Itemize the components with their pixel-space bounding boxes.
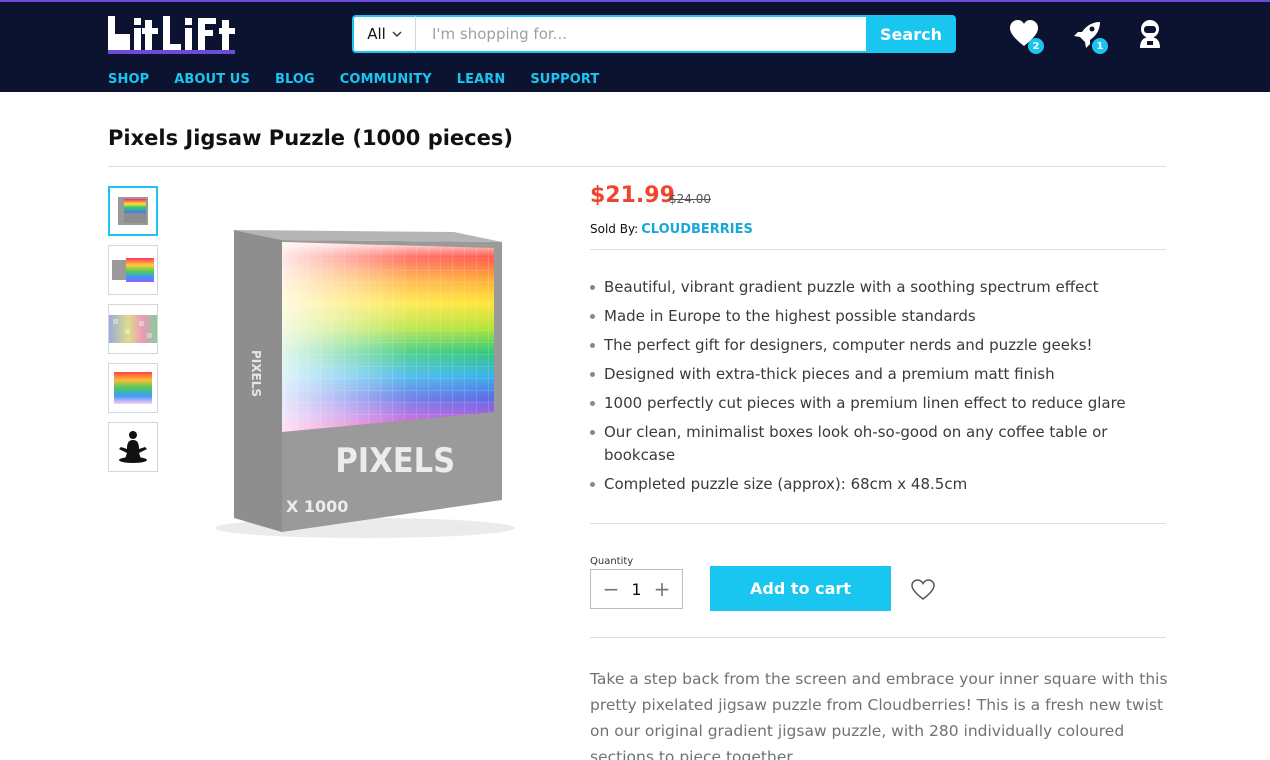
quantity-increase-button[interactable]: + [652,579,672,599]
thumbnail-box-open[interactable] [108,245,158,295]
price-divider [590,249,1166,250]
search-bar: All Search [352,15,956,53]
thumbnail-box[interactable] [108,186,158,236]
thumbnail-gradient[interactable] [108,363,158,413]
feature-item: Our clean, minimalist boxes look oh-so-g… [590,421,1150,467]
product-thumbnails [108,186,158,481]
search-input[interactable] [416,15,866,53]
thumbnail-pieces[interactable] [108,304,158,354]
feature-item: 1000 perfectly cut pieces with a premium… [590,392,1150,415]
quantity-stepper: − + [590,569,683,609]
sold-by-label: Sold By: [590,222,639,236]
nav-learn[interactable]: LEARN [457,72,506,87]
wishlist-count-badge: 2 [1028,38,1044,54]
feature-item: Beautiful, vibrant gradient puzzle with … [590,276,1150,299]
box-side-text: PIXELS [249,350,263,397]
box-title-text: PIXELS [335,440,455,480]
feature-item: Designed with extra-thick pieces and a p… [590,363,1150,386]
product-title: Pixels Jigsaw Puzzle (1000 pieces) [108,126,513,150]
puzzle-open-thumbnail [112,258,154,282]
nav-blog[interactable]: BLOG [275,72,315,87]
puzzle-pieces-thumbnail [109,315,157,343]
nav-community[interactable]: COMMUNITY [340,72,432,87]
nav-support[interactable]: SUPPORT [530,72,599,87]
search-category-select[interactable]: All [352,15,416,53]
feature-item: The perfect gift for designers, computer… [590,334,1150,357]
add-to-cart-button[interactable]: Add to cart [710,566,891,611]
rocket-count-badge: 1 [1092,38,1108,54]
meditation-icon [119,431,147,463]
vendor-link[interactable]: CLOUDBERRIES [641,222,753,237]
site-header: All Search 2 1 SHOP ABOUT US BLOG COMMUN… [0,0,1270,92]
thumbnail-meditation[interactable] [108,422,158,472]
product-old-price: $24.00 [669,192,711,206]
chevron-down-icon [392,31,402,37]
account-button[interactable] [1134,18,1170,54]
quantity-input[interactable] [624,579,649,599]
wishlist-button[interactable]: 2 [1008,18,1044,54]
rocket-button[interactable]: 1 [1072,18,1108,54]
cart-divider [590,637,1166,638]
title-divider [108,166,1166,167]
product-price: $21.99 [590,183,675,208]
add-to-wishlist-heart-icon[interactable] [910,577,936,603]
bitlift-logo[interactable] [108,10,276,58]
puzzle-box-thumbnail [118,197,148,225]
sold-by: Sold By: CLOUDBERRIES [590,222,753,237]
features-divider [590,523,1166,524]
quantity-decrease-button[interactable]: − [601,579,621,599]
quantity-label: Quantity [590,556,634,567]
main-nav: SHOP ABOUT US BLOG COMMUNITY LEARN SUPPO… [108,72,599,87]
product-main-image: PIXELS X 1000 PIXELS [215,230,515,538]
product-description: Take a step back from the screen and emb… [590,670,1168,760]
gradient-thumbnail [114,372,152,404]
search-category-value: All [367,25,386,43]
box-count-text: X 1000 [286,497,348,516]
feature-item: Made in Europe to the highest possible s… [590,305,1150,328]
search-button[interactable]: Search [866,15,956,53]
astronaut-icon [1140,20,1160,48]
feature-item: Completed puzzle size (approx): 68cm x 4… [590,473,1150,496]
feature-list: Beautiful, vibrant gradient puzzle with … [590,276,1150,502]
nav-shop[interactable]: SHOP [108,72,149,87]
nav-about-us[interactable]: ABOUT US [174,72,250,87]
